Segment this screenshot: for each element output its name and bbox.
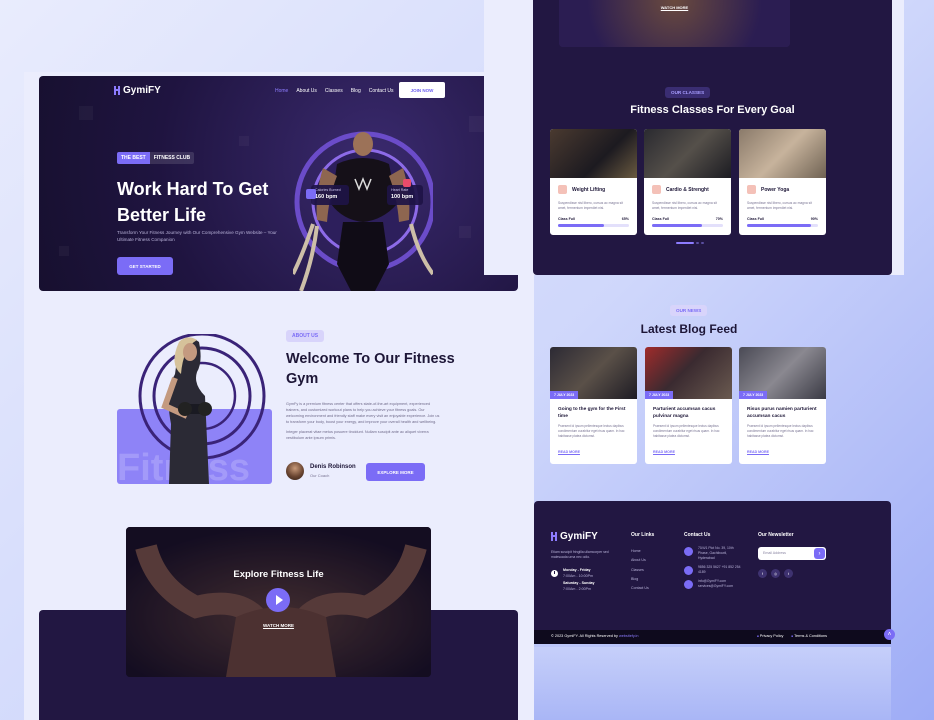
yoga-icon — [747, 185, 756, 194]
class-card[interactable]: Weight Lifting Suspendisse nisl libero, … — [550, 129, 637, 235]
progress-bar — [652, 224, 723, 227]
copyright-bar: © 2023 GymiFY. All Rights Reserved by we… — [534, 630, 891, 644]
dumbbell-icon — [558, 185, 567, 194]
classes-page-preview: WATCH MORE OUR CLASSES Fitness Classes F… — [484, 0, 904, 275]
read-more-link[interactable]: READ MORE — [558, 450, 580, 454]
email-icon — [684, 580, 693, 589]
nav-contact[interactable]: Contact Us — [369, 88, 394, 94]
privacy-policy-link[interactable]: Privacy Policy — [757, 634, 784, 638]
location-icon — [684, 547, 693, 556]
hero-section: GymiFY Home About Us Classes Blog Contac… — [39, 76, 518, 291]
about-text: GymFy is a premium fitness center that o… — [286, 402, 440, 440]
nav-home[interactable]: Home — [275, 88, 288, 94]
blog-tag: OUR NEWS — [670, 305, 708, 316]
footer-link[interactable]: Blog — [631, 575, 649, 584]
blog-image: 7 JULY 2023 — [739, 347, 826, 399]
class-card[interactable]: Power Yoga Suspendisse nisl libero, curs… — [739, 129, 826, 235]
watch-more-link-top[interactable]: WATCH MORE — [559, 5, 790, 10]
get-started-button[interactable]: GET STARTED — [117, 257, 173, 275]
footer-logo[interactable]: GymiFY — [551, 531, 598, 542]
class-image — [739, 129, 826, 178]
blog-date: 7 JULY 2023 — [739, 391, 768, 399]
background-strip — [534, 647, 891, 720]
footer-link[interactable]: About Us — [631, 556, 649, 565]
blog-date: 7 JULY 2023 — [550, 391, 579, 399]
blog-image: 7 JULY 2023 — [550, 347, 637, 399]
hero-subtitle: Transform Your Fitness Journey with Our … — [117, 230, 277, 242]
clock-icon — [551, 570, 558, 577]
footer-links: Home About Us Classes Blog Contact Us — [631, 547, 649, 593]
nav-classes[interactable]: Classes — [325, 88, 343, 94]
class-card[interactable]: Cardio & Strenght Suspendisse nisl liber… — [644, 129, 731, 235]
read-more-link[interactable]: READ MORE — [747, 450, 769, 454]
calories-stat: Calories Burned 160 bpm — [306, 185, 349, 205]
nav-blog[interactable]: Blog — [351, 88, 361, 94]
brand-logo[interactable]: GymiFY — [114, 85, 161, 96]
dumbbell-icon — [551, 532, 557, 541]
video-banner-image: WATCH MORE — [559, 0, 790, 47]
footer: GymiFY Etiam suscipit fringilla ullamcor… — [534, 501, 891, 644]
opening-hours: Monday - Friday 7:00Am - 10:00Pm Saturda… — [551, 568, 595, 592]
hero-badge: THE BEST FITNESS CLUB — [117, 152, 195, 164]
nav-about[interactable]: About Us — [296, 88, 317, 94]
video-title: Explore Fitness Life — [233, 569, 324, 580]
read-more-link[interactable]: READ MORE — [653, 450, 675, 454]
footer-contact-title: Contact Us — [684, 532, 711, 538]
play-button[interactable] — [266, 588, 290, 612]
progress-bar — [747, 224, 818, 227]
dumbbell-icon — [114, 86, 120, 95]
footer-link[interactable]: Home — [631, 547, 649, 556]
hero-title: Work Hard To Get Better Life — [117, 179, 269, 225]
newsletter-title: Our Newsletter — [758, 532, 794, 538]
chart-icon — [306, 189, 316, 199]
treadmill-icon — [652, 185, 661, 194]
blog-date: 7 JULY 2023 — [645, 391, 674, 399]
avatar — [286, 462, 304, 480]
progress-bar — [558, 224, 629, 227]
footer-contact: 70/4/1 Plot No. 39, 10th Phase, Gachibow… — [684, 546, 743, 593]
blog-card[interactable]: 7 JULY 2023 Going to the gym for the Fir… — [550, 347, 637, 464]
blog-image: 7 JULY 2023 — [645, 347, 732, 399]
instagram-icon[interactable]: ◎ — [771, 569, 780, 578]
class-image — [550, 129, 637, 178]
footer-link[interactable]: Contact Us — [631, 584, 649, 593]
coach-card: Denis Robinson Our Coach — [286, 462, 356, 480]
blog-card[interactable]: 7 JULY 2023 Parturient accumsan cacus pu… — [645, 347, 732, 464]
classes-title: Fitness Classes For Every Goal — [630, 104, 795, 116]
blog-card[interactable]: 7 JULY 2023 Risus purus namien parturien… — [739, 347, 826, 464]
classes-tag: OUR CLASSES — [665, 87, 711, 98]
social-links: f ◎ t — [758, 569, 793, 578]
main-nav: Home About Us Classes Blog Contact Us — [275, 88, 393, 94]
heart-icon — [403, 179, 411, 187]
facebook-icon[interactable]: f — [758, 569, 767, 578]
legal-links: Privacy Policy Terms & Conditions — [757, 634, 827, 638]
footer-link[interactable]: Classes — [631, 566, 649, 575]
video-section: Explore Fitness Life WATCH MORE — [126, 527, 431, 677]
phone-icon — [684, 566, 693, 575]
carousel-dots[interactable] — [676, 242, 704, 244]
home-page-preview: GymiFY Home About Us Classes Blog Contac… — [24, 72, 534, 720]
join-now-button[interactable]: JOIN NOW — [399, 82, 445, 98]
about-woman-dumbbell-image: Fitness — [117, 334, 272, 484]
scroll-to-top-button[interactable]: ˄ — [884, 629, 895, 640]
class-image — [644, 129, 731, 178]
terms-link[interactable]: Terms & Conditions — [791, 634, 827, 638]
explore-more-button[interactable]: EXPLORE MORE — [366, 463, 425, 481]
twitter-icon[interactable]: t — [784, 569, 793, 578]
classes-section: WATCH MORE OUR CLASSES Fitness Classes F… — [533, 0, 892, 275]
watch-more-link[interactable]: WATCH MORE — [126, 623, 431, 628]
footer-about: Etiam suscipit fringilla ullamcorper sed… — [551, 550, 609, 559]
athlete-battle-rope-image — [293, 131, 433, 291]
heart-rate-stat: Heart Rate 100 bpm — [387, 179, 423, 205]
newsletter-submit-button[interactable]: › — [814, 548, 825, 559]
about-title: Welcome To Our Fitness Gym — [286, 351, 455, 387]
blog-title: Latest Blog Feed — [640, 322, 738, 336]
about-tag: ABOUT US — [286, 330, 325, 342]
copyright-text: © 2023 GymiFY. All Rights Reserved by we… — [551, 634, 639, 638]
footer-links-title: Our Links — [631, 532, 655, 538]
